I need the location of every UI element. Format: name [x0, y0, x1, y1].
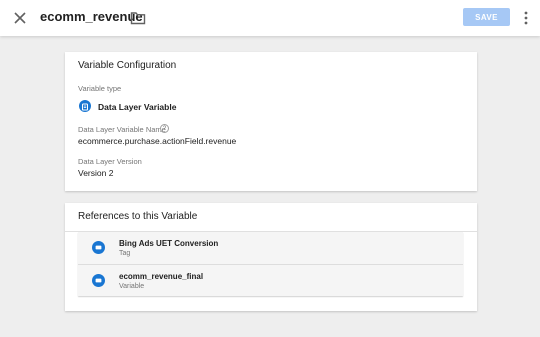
reference-name: ecomm_revenue_final	[119, 272, 204, 281]
reference-row-variable[interactable]: ecomm_revenue_final Variable	[78, 264, 463, 296]
dlv-name-label: Data Layer Variable Name	[78, 125, 166, 134]
more-vert-icon[interactable]	[520, 10, 532, 26]
variable-configuration-card[interactable]: Variable Configuration Variable type Dat…	[65, 52, 477, 191]
variable-icon	[92, 274, 105, 287]
references-card: References to this Variable Bing Ads UET…	[65, 203, 477, 311]
variable-type-label: Variable type	[78, 84, 122, 93]
variable-type-value: Data Layer Variable	[98, 102, 177, 112]
reference-type: Variable	[119, 283, 145, 290]
references-list: Bing Ads UET Conversion Tag ecomm_revenu…	[78, 232, 463, 297]
folder-icon[interactable]	[130, 11, 146, 25]
reference-name: Bing Ads UET Conversion	[119, 239, 219, 248]
reference-row-tag[interactable]: Bing Ads UET Conversion Tag	[78, 232, 463, 264]
reference-type: Tag	[119, 250, 131, 257]
data-layer-variable-icon	[79, 100, 91, 112]
variable-configuration-title: Variable Configuration	[78, 60, 177, 71]
tag-icon	[92, 241, 105, 254]
page-title: ecomm_revenue	[40, 9, 143, 24]
save-button[interactable]: SAVE	[463, 8, 510, 26]
dlv-version-value: Version 2	[78, 168, 114, 178]
dlv-name-value: ecommerce.purchase.actionField.revenue	[78, 136, 237, 146]
close-icon[interactable]	[12, 10, 28, 26]
references-title: References to this Variable	[78, 211, 198, 222]
top-bar: ecomm_revenue SAVE	[0, 0, 540, 36]
dlv-version-label: Data Layer Version	[78, 157, 142, 166]
help-icon[interactable]: ?	[160, 124, 169, 133]
